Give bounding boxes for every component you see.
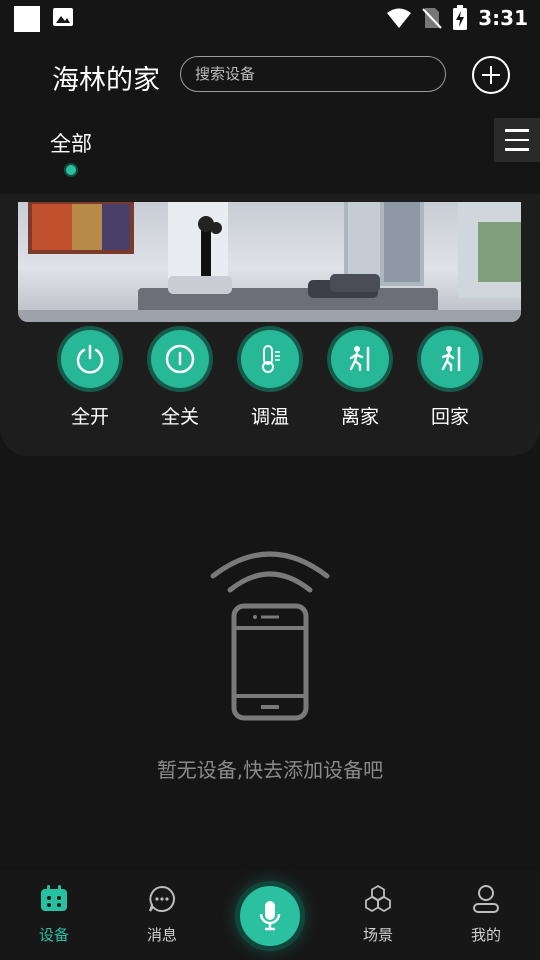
quick-action-label: 离家 (340, 406, 379, 428)
nav-label: 消息 (146, 926, 177, 944)
return-home-icon (421, 330, 479, 388)
home-title[interactable]: 海林的家 (52, 58, 160, 97)
image-icon (53, 8, 73, 26)
nav-item-messages[interactable]: 消息 (122, 884, 202, 945)
wifi-icon (387, 8, 412, 28)
power-off-icon (151, 330, 209, 388)
leave-home-icon (331, 330, 389, 388)
nav-item-profile[interactable]: 我的 (446, 884, 526, 945)
nav-item-scenes[interactable]: 场景 (338, 884, 418, 945)
voice-button[interactable] (240, 886, 300, 946)
hamburger-icon-line (505, 148, 529, 151)
device-icon (41, 885, 67, 911)
no-sim-icon (422, 8, 442, 29)
nav-item-devices[interactable]: 设备 (14, 884, 94, 945)
power-icon (61, 330, 119, 388)
hamburger-icon-line (505, 129, 529, 132)
tab-all[interactable]: 全部 (50, 128, 92, 158)
nav-label: 场景 (362, 926, 393, 944)
living-room-photo (18, 202, 521, 322)
nav-label: 我的 (470, 926, 501, 944)
header: 海林的家 搜索设备 (0, 52, 540, 100)
quick-action-label: 回家 (430, 406, 469, 428)
empty-state-message: 暂无设备,快去添加设备吧 (156, 758, 384, 782)
scene-icon (365, 884, 391, 913)
search-input[interactable]: 搜索设备 (180, 56, 446, 92)
microphone-icon (259, 901, 281, 931)
status-bar: 3:31 (0, 0, 540, 36)
profile-icon (473, 885, 499, 913)
quick-action-all-on[interactable]: 全开 (50, 330, 130, 429)
quick-action-leave-home[interactable]: 离家 (320, 330, 400, 429)
home-card: 全开 全关 调温 离家 回家 (0, 194, 540, 456)
phone-wireless-icon (210, 551, 330, 721)
thermometer-icon (241, 330, 299, 388)
message-icon (149, 885, 175, 912)
quick-action-all-off[interactable]: 全关 (140, 330, 220, 429)
battery-charging-icon (453, 5, 468, 30)
nav-label: 设备 (38, 926, 69, 944)
add-device-button[interactable] (472, 56, 510, 94)
quick-action-label: 全关 (160, 406, 199, 428)
white-square-icon (14, 6, 40, 32)
hamburger-menu-button[interactable] (494, 118, 540, 162)
tab-indicator-dot (66, 165, 76, 175)
quick-action-label: 调温 (250, 406, 289, 428)
quick-action-label: 全开 (70, 406, 109, 428)
status-time: 3:31 (478, 6, 528, 30)
living-room-banner[interactable] (18, 202, 521, 322)
quick-action-return-home[interactable]: 回家 (410, 330, 490, 429)
bottom-nav: 设备 消息 场景 我的 (0, 870, 540, 960)
hamburger-icon-line (505, 138, 529, 142)
quick-action-temperature[interactable]: 调温 (230, 330, 310, 429)
